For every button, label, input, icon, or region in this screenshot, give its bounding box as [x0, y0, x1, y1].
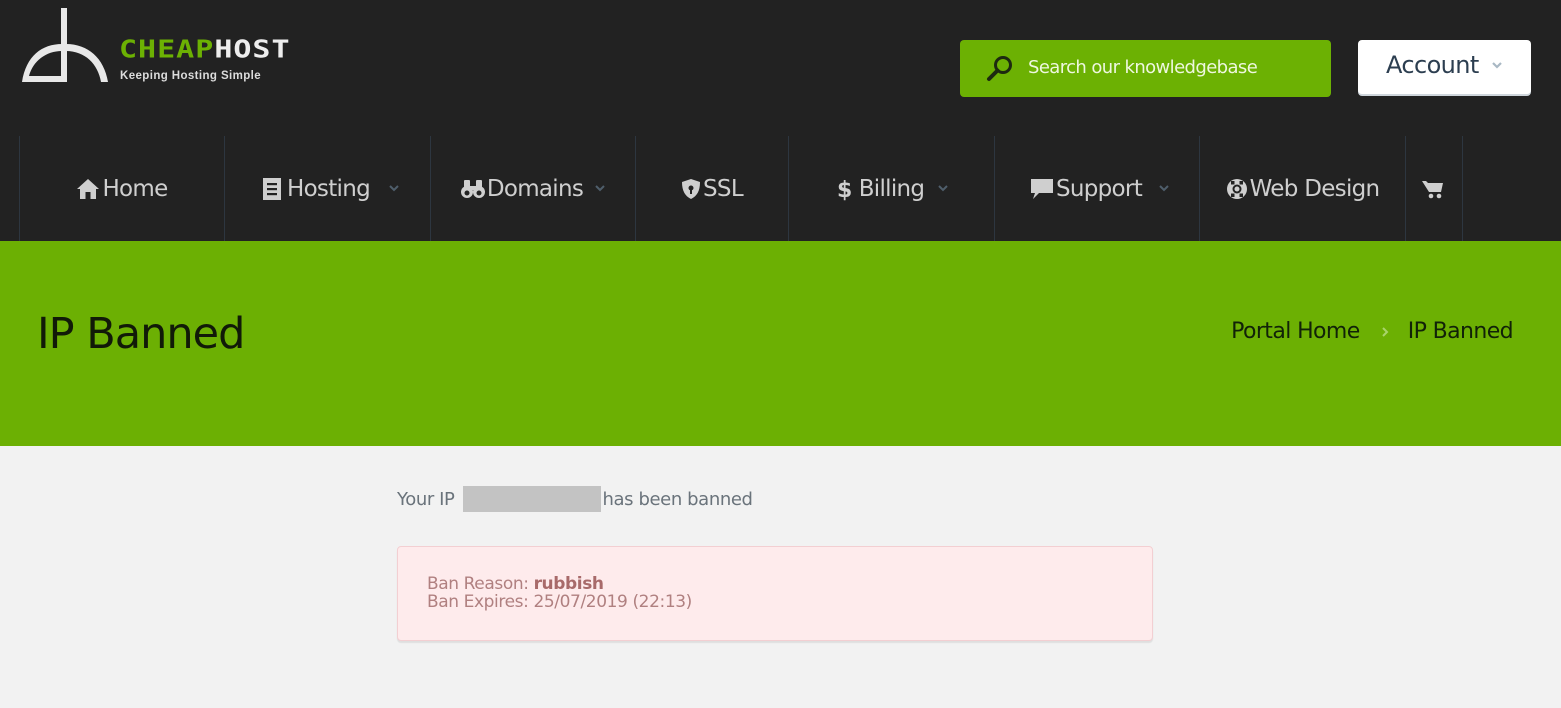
svg-text:$: $ [837, 178, 851, 201]
nav-item-billing[interactable]: $ Billing [789, 136, 995, 241]
nav-label: SSL [703, 175, 744, 202]
chevron-down-icon [595, 185, 605, 192]
nav-item-hosting[interactable]: Hosting [225, 136, 431, 241]
brand-name-part2: HOST [214, 35, 291, 65]
chevron-down-icon [1492, 62, 1502, 69]
chevron-down-icon [1159, 185, 1169, 192]
lifebuoy-icon [1226, 178, 1248, 200]
home-icon [76, 178, 100, 200]
ban-reason: Ban Reason: rubbish [427, 575, 604, 593]
nav-label: Hosting [286, 175, 371, 202]
page-title: IP Banned [37, 309, 245, 359]
breadcrumb-portal-home[interactable]: Portal Home [1231, 319, 1360, 344]
nav-label: Home [102, 175, 168, 202]
knowledgebase-search-button[interactable]: Search our knowledgebase [960, 40, 1331, 97]
page-banner: IP Banned Portal Home IP Banned [0, 241, 1561, 446]
site-header: CHEAPHOST Keeping Hosting Simple Search … [0, 0, 1561, 241]
redacted-ip-address [462, 486, 601, 512]
nav-label: Support [1055, 175, 1143, 202]
nav-item-home[interactable]: Home [20, 136, 225, 241]
ban-reason-label: Ban Reason: [427, 574, 529, 594]
dollar-icon: $ [837, 177, 851, 201]
ban-details-alert: Ban Reason: rubbish Ban Expires: 25/07/2… [397, 546, 1153, 641]
nav-label: Domains [486, 175, 584, 202]
shield-icon [681, 178, 701, 200]
brand-name-part1: CHEAP [119, 35, 215, 65]
nav-item-web-design[interactable]: Web Design [1200, 136, 1406, 241]
ban-expires-label: Ban Expires: [427, 592, 529, 612]
nav-label: Web Design [1249, 175, 1381, 202]
nav-item-cart[interactable] [1406, 136, 1463, 241]
logo-mark-icon [22, 8, 108, 82]
brand-tagline: Keeping Hosting Simple [120, 70, 262, 82]
brand-name: CHEAPHOST [119, 38, 291, 63]
search-icon [987, 56, 1012, 81]
ban-expires: Ban Expires: 25/07/2019 (22:13) [427, 593, 692, 611]
cart-icon [1422, 179, 1444, 199]
brand-logo[interactable]: CHEAPHOST Keeping Hosting Simple [18, 6, 418, 88]
account-label: Account [1386, 51, 1479, 79]
breadcrumb-current: IP Banned [1407, 319, 1514, 344]
chevron-right-icon [1381, 326, 1389, 337]
account-dropdown-button[interactable]: Account [1358, 40, 1531, 94]
search-label: Search our knowledgebase [1028, 57, 1258, 78]
nav-item-support[interactable]: Support [995, 136, 1200, 241]
breadcrumb: Portal Home IP Banned [1231, 319, 1513, 344]
nav-item-domains[interactable]: Domains [431, 136, 636, 241]
chevron-down-icon [938, 185, 948, 192]
nav-label: Billing [858, 175, 925, 202]
ban-expires-value: 25/07/2019 (22:13) [533, 592, 692, 612]
comment-icon [1030, 178, 1054, 200]
document-icon [262, 177, 281, 200]
ip-banned-message: Your IP has been banned [397, 486, 753, 512]
main-nav: Home Hosting Domains SSL $ Billing Suppo… [19, 136, 1463, 241]
ip-prefix: Your IP [397, 488, 455, 510]
ip-suffix: has been banned [602, 488, 753, 510]
chevron-down-icon [389, 185, 399, 192]
nav-item-ssl[interactable]: SSL [636, 136, 789, 241]
ban-reason-value: rubbish [533, 574, 604, 594]
binoculars-icon [460, 179, 485, 199]
